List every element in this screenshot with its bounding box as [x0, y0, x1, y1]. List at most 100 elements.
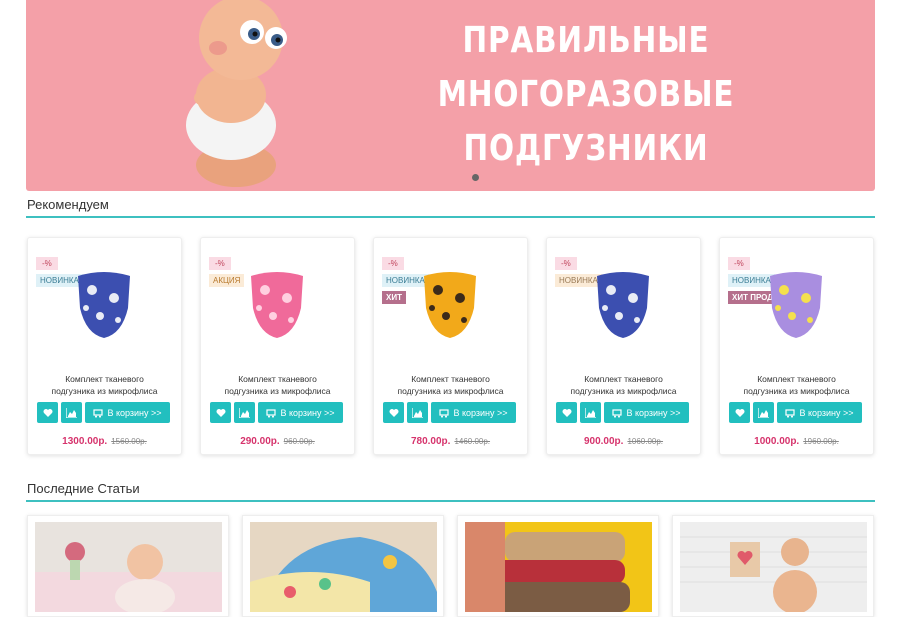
banner-line-1: ПРАВИЛЬНЫЕ — [462, 20, 710, 61]
price-row: 1300.00р. 1560.00р. — [28, 436, 181, 447]
product-card[interactable]: -% НОВИНКА Комплект тканевого подгузника из… — [27, 237, 182, 455]
hero-banner[interactable]: ПРАВИЛЬНЫЕ МНОГОРАЗОВЫЕ ПОДГУЗНИКИ — [26, 0, 875, 191]
cart-icon — [612, 408, 623, 418]
baby-illustration — [186, 0, 287, 187]
article-image — [250, 522, 437, 612]
product-image[interactable] — [591, 268, 655, 340]
compare-button[interactable] — [61, 402, 82, 423]
article-image — [465, 522, 652, 612]
add-to-cart-label: В корзину >> — [799, 407, 854, 418]
product-name-line: Комплект тканевого — [584, 374, 663, 384]
current-price: 290.00р. — [240, 436, 280, 447]
article-image — [35, 522, 222, 612]
product-card[interactable]: -% НОВИНКА Комплект тканевого подгузника из… — [546, 237, 701, 455]
product-name-line: Комплект тканевого — [757, 374, 836, 384]
product-name-line: подгузника из микрофлиса — [397, 386, 504, 396]
cart-icon — [93, 408, 104, 418]
product-name-line: подгузника из микрофлиса — [570, 386, 677, 396]
cart-icon — [439, 408, 450, 418]
discount-badge: -% — [555, 257, 577, 270]
wishlist-button[interactable] — [37, 402, 58, 423]
chart-icon — [239, 407, 250, 418]
add-to-cart-button[interactable]: В корзину >> — [85, 402, 170, 423]
compare-button[interactable] — [407, 402, 428, 423]
product-card[interactable]: -% НОВИНКА ХИТ ПРОДАЖ Комплект тканевого под… — [719, 237, 874, 455]
current-price: 1300.00р. — [62, 436, 108, 447]
wishlist-button[interactable] — [729, 402, 750, 423]
product-name[interactable]: Комплект тканевого подгузника из микрофли… — [201, 373, 354, 397]
add-to-cart-label: В корзину >> — [453, 407, 508, 418]
product-name-line: подгузника из микрофлиса — [743, 386, 850, 396]
add-to-cart-label: В корзину >> — [280, 407, 335, 418]
old-price: 1960.00р. — [803, 437, 839, 446]
add-to-cart-label: В корзину >> — [107, 407, 162, 418]
article-card[interactable] — [242, 515, 444, 617]
section-divider — [26, 500, 875, 502]
article-image — [680, 522, 867, 612]
product-card[interactable]: -% НОВИНКА ХИТ Комплект тканевого подгузника… — [373, 237, 528, 455]
wishlist-button[interactable] — [383, 402, 404, 423]
product-image[interactable] — [72, 268, 136, 340]
wishlist-button[interactable] — [556, 402, 577, 423]
hit-badge: ХИТ — [382, 291, 406, 304]
compare-button[interactable] — [234, 402, 255, 423]
discount-badge: -% — [728, 257, 750, 270]
current-price: 780.00р. — [410, 436, 451, 447]
section-title-articles: Последние Статьи — [27, 481, 140, 496]
banner-line-3: ПОДГУЗНИКИ — [463, 128, 709, 169]
price-row: 290.00р. 960.00р. — [201, 436, 354, 447]
article-card[interactable] — [672, 515, 874, 617]
heart-icon — [735, 408, 744, 417]
heart-icon — [562, 408, 571, 417]
section-divider — [26, 216, 875, 218]
section-title-recommend: Рекомендуем — [27, 197, 109, 212]
compare-button[interactable] — [753, 402, 774, 423]
heart-icon — [43, 408, 52, 417]
chart-icon — [412, 407, 423, 418]
product-image[interactable] — [245, 268, 309, 340]
heart-icon — [216, 408, 225, 417]
product-name-line: подгузника из микрофлиса — [51, 386, 158, 396]
banner-headline: ПРАВИЛЬНЫЕ МНОГОРАЗОВЫЕ ПОДГУЗНИКИ — [386, 14, 786, 176]
chart-icon — [585, 407, 596, 418]
add-to-cart-label: В корзину >> — [626, 407, 681, 418]
product-name[interactable]: Комплект тканевого подгузника из микрофли… — [720, 373, 873, 397]
old-price: 1460.00р. — [454, 437, 491, 446]
price-row: 900.00р. 1060.00р. — [547, 436, 700, 447]
add-to-cart-button[interactable]: В корзину >> — [431, 402, 516, 423]
article-card[interactable] — [457, 515, 659, 617]
cart-icon — [785, 408, 796, 418]
product-name[interactable]: Комплект тканевого подгузника из микрофли… — [374, 373, 527, 397]
slider-dot[interactable] — [472, 174, 479, 181]
current-price: 1000.00р. — [754, 436, 800, 447]
banner-line-2: МНОГОРАЗОВЫЕ — [437, 74, 735, 115]
compare-button[interactable] — [580, 402, 601, 423]
article-card[interactable] — [27, 515, 229, 617]
product-name[interactable]: Комплект тканевого подгузника из микрофли… — [547, 373, 700, 397]
old-price: 960.00р. — [283, 437, 315, 446]
price-row: 780.00р. 1460.00р. — [374, 436, 527, 447]
product-name-line: Комплект тканевого — [238, 374, 317, 384]
add-to-cart-button[interactable]: В корзину >> — [604, 402, 689, 423]
discount-badge: -% — [36, 257, 58, 270]
status-badge: АКЦИЯ — [209, 274, 245, 287]
add-to-cart-button[interactable]: В корзину >> — [777, 402, 862, 423]
product-name-line: подгузника из микрофлиса — [224, 386, 331, 396]
chart-icon — [758, 407, 769, 418]
product-image[interactable] — [764, 268, 828, 340]
price-row: 1000.00р. 1960.00р. — [720, 436, 873, 447]
product-name-line: Комплект тканевого — [411, 374, 490, 384]
product-name[interactable]: Комплект тканевого подгузника из микрофли… — [28, 373, 181, 397]
product-image[interactable] — [418, 268, 482, 340]
heart-icon — [389, 408, 398, 417]
discount-badge: -% — [209, 257, 231, 270]
wishlist-button[interactable] — [210, 402, 231, 423]
chart-icon — [66, 407, 77, 418]
add-to-cart-button[interactable]: В корзину >> — [258, 402, 343, 423]
old-price: 1060.00р. — [627, 437, 664, 446]
cart-icon — [266, 408, 277, 418]
product-name-line: Комплект тканевого — [65, 374, 144, 384]
discount-badge: -% — [382, 257, 404, 270]
current-price: 900.00р. — [583, 436, 624, 447]
product-card[interactable]: -% АКЦИЯ Комплект тканевого подгузника из м… — [200, 237, 355, 455]
